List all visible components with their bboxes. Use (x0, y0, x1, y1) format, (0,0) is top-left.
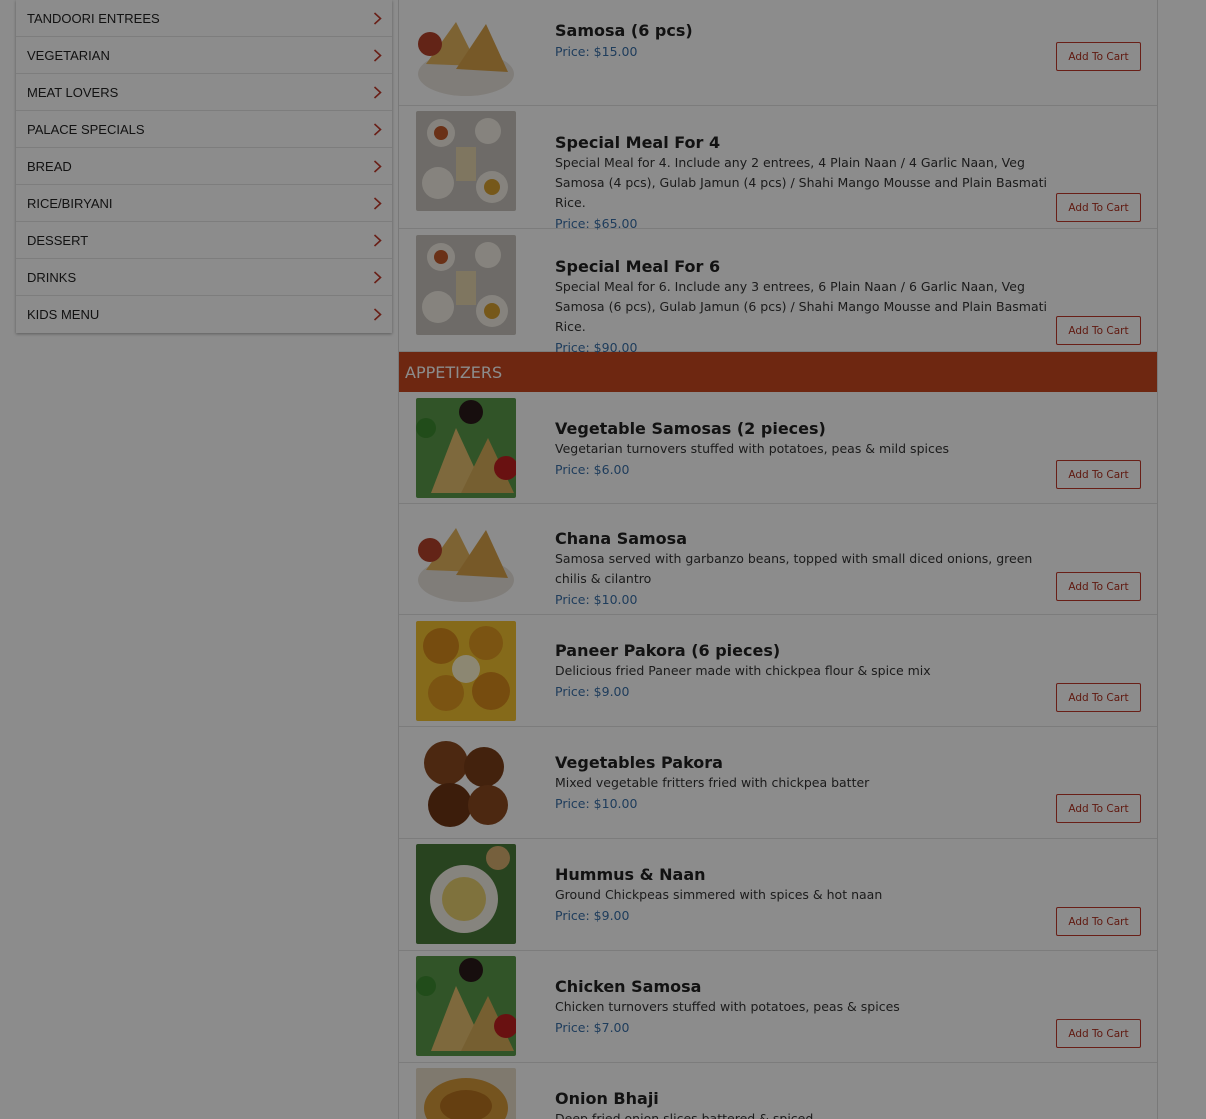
chevron-right-icon (370, 48, 384, 62)
sidebar-item-label: TANDOORI ENTREES (27, 10, 160, 26)
category-sidebar: TANDOORI ENTREES VEGETARIAN MEAT LOVERS … (16, 0, 392, 333)
item-title: Vegetables Pakora (555, 753, 723, 772)
menu-item-row: Vegetable Samosas (2 pieces) Vegetarian … (399, 392, 1157, 504)
item-title: Samosa (6 pcs) (555, 21, 693, 40)
sidebar-item-rice-biryani[interactable]: RICE/BIRYANI (16, 185, 392, 222)
item-price: Price: $9.00 (555, 684, 630, 699)
menu-item-row: Chana Samosa Samosa served with garbanzo… (399, 504, 1157, 615)
food-photo (416, 844, 516, 944)
add-to-cart-button[interactable]: Add To Cart (1056, 1019, 1141, 1048)
menu-item-row: Special Meal For 6 Special Meal for 6. I… (399, 229, 1157, 355)
section-header-appetizers: APPETIZERS (399, 352, 1157, 392)
sidebar-item-label: PALACE SPECIALS (27, 121, 145, 137)
sidebar-item-label: DRINKS (27, 269, 77, 285)
item-title: Special Meal For 6 (555, 257, 721, 276)
chevron-right-icon (370, 196, 384, 210)
food-photo (416, 1068, 516, 1119)
add-to-cart-button[interactable]: Add To Cart (1056, 907, 1141, 936)
sidebar-item-label: VEGETARIAN (27, 47, 110, 63)
chevron-right-icon (370, 11, 384, 25)
add-to-cart-button[interactable]: Add To Cart (1056, 460, 1141, 489)
sidebar-item-label: BREAD (27, 158, 72, 174)
chevron-right-icon (370, 308, 384, 322)
item-description: Vegetarian turnovers stuffed with potato… (555, 441, 950, 456)
item-description: Chicken turnovers stuffed with potatoes,… (555, 999, 900, 1014)
chevron-right-icon (370, 85, 384, 99)
menu-list: Samosa (6 pcs) Price: $15.00 Add To Cart… (398, 0, 1158, 1119)
food-photo (416, 398, 516, 498)
item-price: Price: $15.00 (555, 44, 638, 59)
sidebar-item-palace-specials[interactable]: PALACE SPECIALS (16, 111, 392, 148)
item-description: Delicious fried Paneer made with chickpe… (555, 663, 931, 678)
chevron-right-icon (370, 159, 384, 173)
sidebar-item-label: MEAT LOVERS (27, 84, 119, 100)
chevron-right-icon (370, 270, 384, 284)
item-price: Price: $7.00 (555, 1020, 630, 1035)
food-photo (416, 510, 516, 610)
food-photo (416, 4, 516, 104)
food-photo (416, 956, 516, 1056)
food-photo (416, 235, 516, 335)
menu-item-row: Vegetables Pakora Mixed vegetable fritte… (399, 727, 1157, 839)
item-price: Price: $10.00 (555, 796, 638, 811)
sidebar-item-tandoori-entrees[interactable]: TANDOORI ENTREES (16, 0, 392, 37)
item-title: Hummus & Naan (555, 865, 706, 884)
chevron-right-icon (370, 122, 384, 136)
sidebar-item-vegetarian[interactable]: VEGETARIAN (16, 37, 392, 74)
sidebar-item-label: KIDS MENU (27, 307, 100, 322)
sidebar-item-label: RICE/BIRYANI (27, 195, 113, 211)
add-to-cart-button[interactable]: Add To Cart (1056, 683, 1141, 712)
sidebar-item-kids-menu[interactable]: KIDS MENU (16, 296, 392, 333)
menu-item-row: Onion Bhaji Deep fried onion slices batt… (399, 1063, 1157, 1119)
sidebar-item-bread[interactable]: BREAD (16, 148, 392, 185)
add-to-cart-button[interactable]: Add To Cart (1056, 572, 1141, 601)
menu-item-row: Chicken Samosa Chicken turnovers stuffed… (399, 951, 1157, 1063)
food-photo (416, 111, 516, 211)
item-description: Special Meal for 4. Include any 2 entree… (555, 155, 1047, 210)
item-title: Paneer Pakora (6 pieces) (555, 641, 781, 660)
menu-item-row: Samosa (6 pcs) Price: $15.00 Add To Cart (399, 0, 1157, 106)
add-to-cart-button[interactable]: Add To Cart (1056, 316, 1141, 345)
item-description: Deep fried onion slices battered & spice… (555, 1111, 814, 1119)
item-description: Ground Chickpeas simmered with spices & … (555, 887, 883, 902)
add-to-cart-button[interactable]: Add To Cart (1056, 193, 1141, 222)
item-title: Vegetable Samosas (2 pieces) (555, 419, 826, 438)
item-description: Special Meal for 6. Include any 3 entree… (555, 279, 1047, 334)
add-to-cart-button[interactable]: Add To Cart (1056, 794, 1141, 823)
item-price: Price: $9.00 (555, 908, 630, 923)
item-price: Price: $6.00 (555, 462, 630, 477)
item-price: Price: $90.00 (555, 340, 638, 355)
item-description: Mixed vegetable fritters fried with chic… (555, 775, 870, 790)
menu-item-row: Special Meal For 4 Special Meal for 4. I… (399, 106, 1157, 231)
item-title: Special Meal For 4 (555, 133, 721, 152)
item-title: Onion Bhaji (555, 1089, 659, 1108)
food-photo (416, 733, 516, 833)
menu-item-row: Paneer Pakora (6 pieces) Delicious fried… (399, 615, 1157, 727)
item-price: Price: $10.00 (555, 592, 638, 607)
section-title: APPETIZERS (405, 362, 503, 382)
item-title: Chicken Samosa (555, 977, 702, 996)
sidebar-item-meat-lovers[interactable]: MEAT LOVERS (16, 74, 392, 111)
item-title: Chana Samosa (555, 529, 687, 548)
chevron-right-icon (370, 233, 384, 247)
sidebar-item-dessert[interactable]: DESSERT (16, 222, 392, 259)
menu-item-row: Hummus & Naan Ground Chickpeas simmered … (399, 839, 1157, 951)
food-photo (416, 621, 516, 721)
add-to-cart-button[interactable]: Add To Cart (1056, 42, 1141, 71)
sidebar-item-drinks[interactable]: DRINKS (16, 259, 392, 296)
sidebar-item-label: DESSERT (27, 232, 89, 248)
item-description: Samosa served with garbanzo beans, toppe… (555, 551, 1033, 586)
